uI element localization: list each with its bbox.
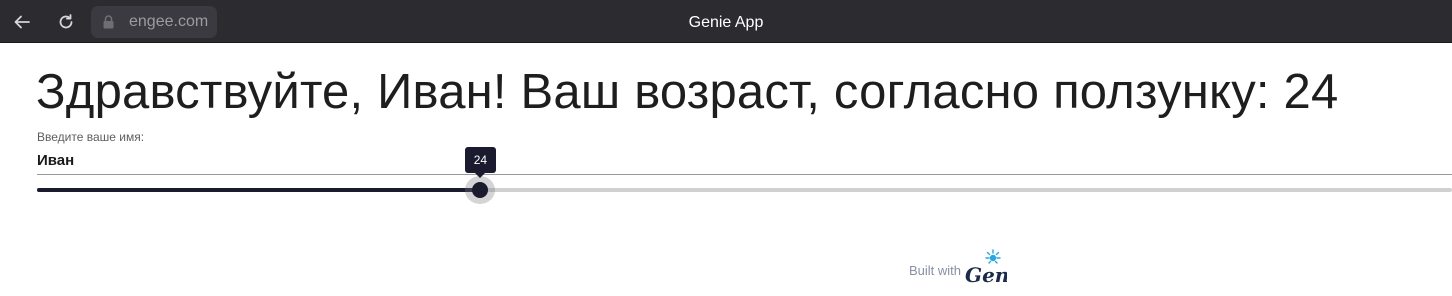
age-slider[interactable]: 24 bbox=[37, 147, 1452, 204]
genie-logo: Genie bbox=[965, 249, 1007, 287]
greeting-heading: Здравствуйте, Иван! Ваш возраст, согласн… bbox=[36, 65, 1339, 119]
slider-fill bbox=[37, 188, 480, 192]
built-with-genie[interactable]: Built with Genie bbox=[909, 248, 1007, 288]
name-input[interactable] bbox=[37, 147, 1452, 175]
slider-thumb[interactable] bbox=[471, 182, 488, 198]
name-field-label: Введите ваше имя: bbox=[37, 130, 145, 144]
page-title-bar: Genie App bbox=[688, 14, 764, 31]
slider-value-tooltip: 24 bbox=[464, 147, 496, 178]
browser-toolbar: engee.com Genie App bbox=[0, 0, 1452, 43]
svg-text:Genie: Genie bbox=[965, 263, 1007, 287]
built-with-label: Built with bbox=[909, 263, 962, 278]
